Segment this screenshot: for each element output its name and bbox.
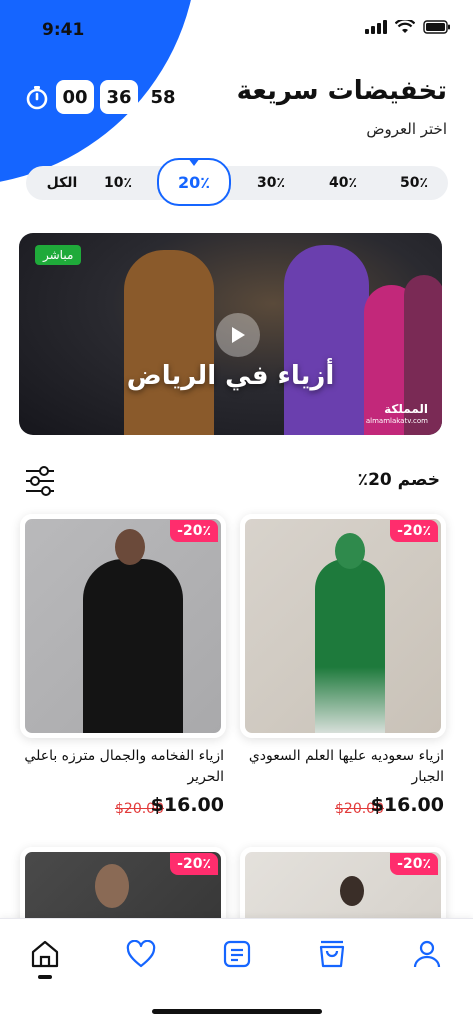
product-card[interactable]: -20٪ (240, 847, 446, 1024)
live-video-banner[interactable]: مباشر أزياء في الرياض المملكة almamlakat… (19, 233, 442, 435)
product-card[interactable]: -20٪ ازياء الفخامه والجمال مترزه باعلي ا… (20, 514, 226, 834)
banner-title: أزياء في الرياض (126, 361, 335, 391)
discount-badge: -20٪ (390, 520, 438, 542)
channel-url: almamlakatv.com (365, 417, 428, 425)
status-icons (365, 20, 451, 34)
product-image (240, 514, 446, 738)
product-figure-head (335, 533, 365, 569)
tab-10[interactable]: 10٪ (96, 166, 140, 200)
page-title: تخفيضات سريعة (236, 76, 447, 106)
bottom-navigation (0, 918, 473, 1024)
section-header: خصم 20٪ (0, 462, 473, 502)
product-figure-head (95, 864, 129, 908)
signal-icon (365, 20, 387, 34)
home-indicator (152, 1009, 322, 1014)
product-figure (315, 559, 385, 733)
section-title: خصم 20٪ (357, 470, 440, 490)
discount-badge: -20٪ (170, 853, 218, 875)
page-header: 00 36 58 تخفيضات سريعة اختر العروض (0, 70, 473, 150)
timer-minutes: 36 (100, 80, 138, 114)
product-price: $16.00 (150, 794, 224, 816)
channel-name: المملكة (384, 402, 428, 416)
play-button[interactable] (216, 313, 260, 357)
discount-badge: -20٪ (390, 853, 438, 875)
nav-home[interactable] (28, 937, 62, 971)
nav-favorites[interactable] (124, 937, 158, 971)
status-time: 9:41 (42, 20, 85, 40)
nav-cart[interactable] (315, 937, 349, 971)
nav-profile[interactable] (410, 937, 444, 971)
wifi-icon (395, 20, 415, 33)
countdown-timer: 00 36 58 (24, 80, 182, 114)
product-name: ازياء الفخامه والجمال مترزه باعلي الحرير (24, 748, 224, 785)
tab-20[interactable]: 20٪ (157, 158, 231, 206)
active-tab-indicator (38, 975, 52, 979)
orders-icon (223, 940, 251, 968)
tab-40[interactable]: 40٪ (321, 166, 365, 200)
nav-orders[interactable] (220, 937, 254, 971)
tab-all[interactable]: الكل (40, 166, 84, 200)
banner-figure (124, 250, 214, 435)
timer-hours: 00 (56, 80, 94, 114)
live-badge: مباشر (35, 245, 82, 265)
discount-badge: -20٪ (170, 520, 218, 542)
product-name: ازياء سعوديه عليها العلم السعودي الجبار (248, 748, 444, 785)
battery-icon (423, 20, 450, 34)
discount-tabs: الكل 10٪ 20٪ 30٪ 40٪ 50٪ (26, 158, 448, 206)
product-image (20, 514, 226, 738)
product-figure (83, 559, 183, 733)
profile-icon (413, 940, 441, 968)
status-bar: 9:41 (0, 0, 473, 60)
product-card[interactable]: -20٪ ازياء سعوديه عليها العلم السعودي ال… (240, 514, 446, 834)
page-subtitle: اختر العروض (366, 120, 447, 138)
tab-50[interactable]: 50٪ (392, 166, 436, 200)
product-card[interactable]: -20٪ (20, 847, 226, 1024)
heart-icon (126, 940, 156, 968)
timer-seconds: 58 (150, 86, 176, 108)
tab-30[interactable]: 30٪ (249, 166, 293, 200)
stopwatch-icon (26, 86, 48, 110)
home-icon (31, 940, 59, 968)
product-figure-head (340, 876, 364, 906)
banner-figure (284, 245, 369, 435)
filter-icon (26, 466, 54, 496)
filter-button[interactable] (24, 464, 56, 502)
product-price: $16.00 (370, 794, 444, 816)
bag-icon (319, 940, 345, 968)
channel-logo: المملكة almamlakatv.com (366, 403, 428, 427)
play-icon (232, 327, 245, 343)
product-figure-head (115, 529, 145, 565)
